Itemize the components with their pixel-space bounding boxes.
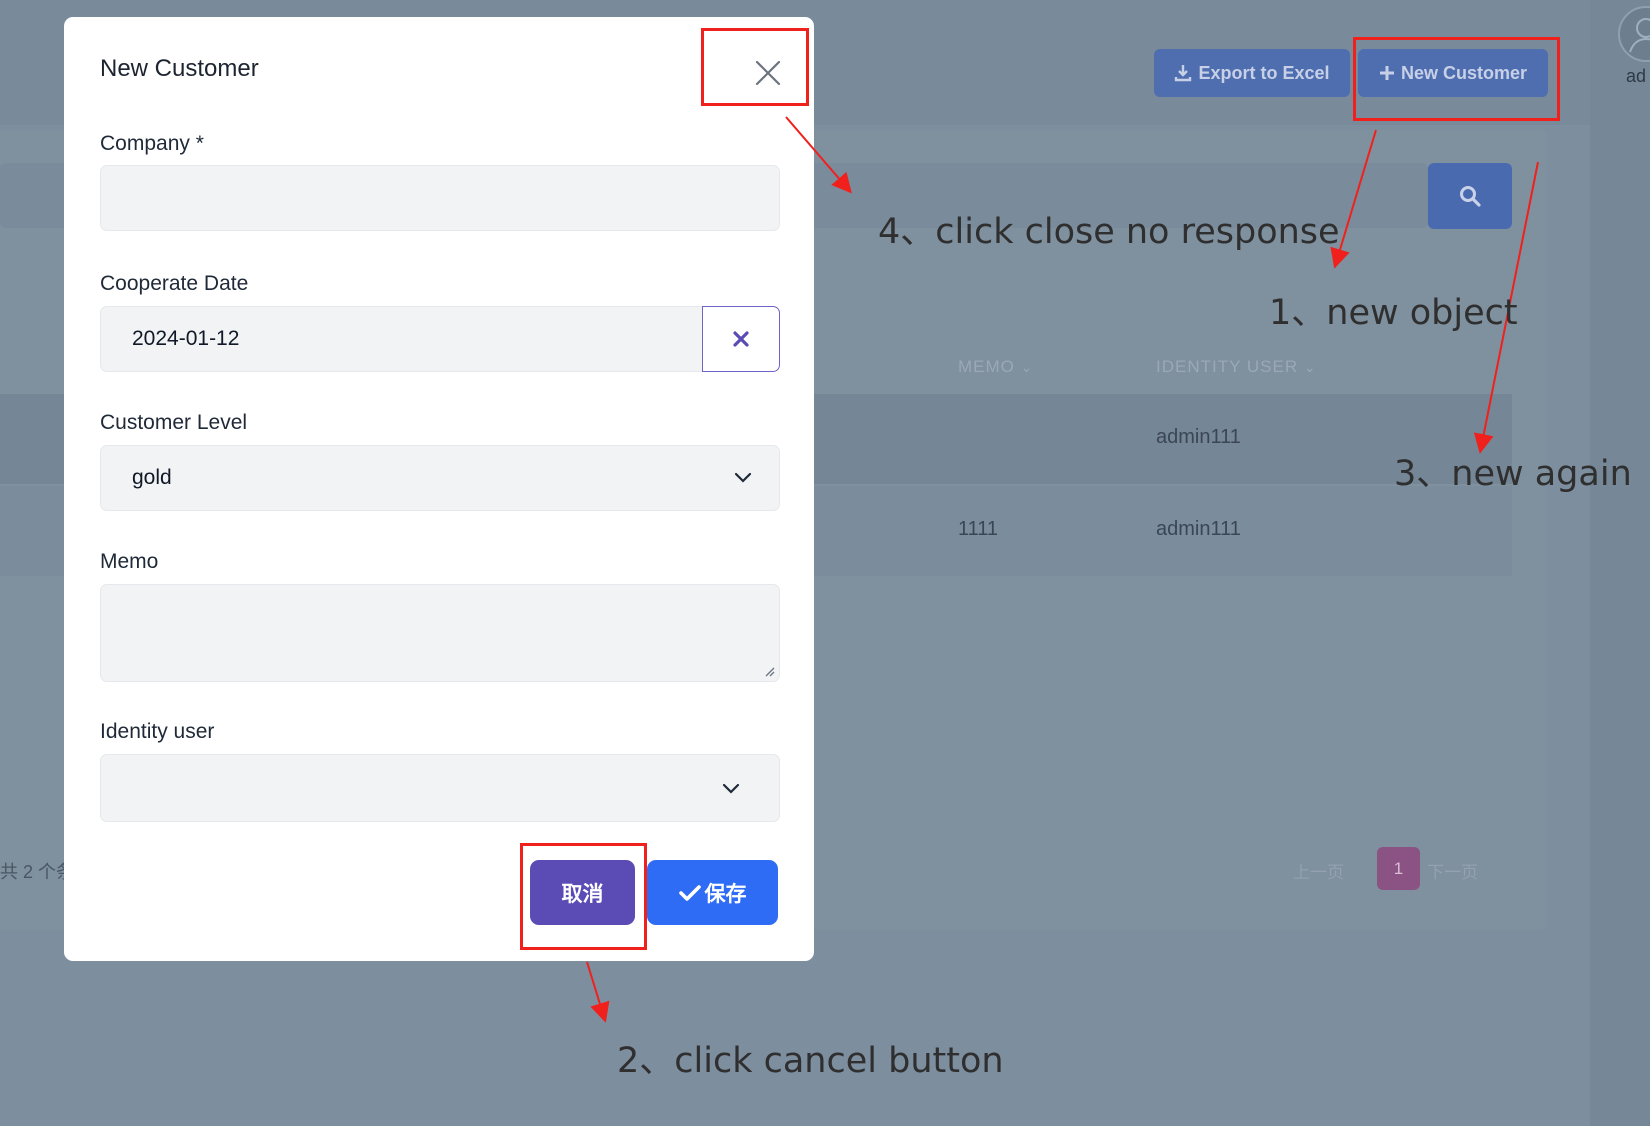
identity-user-label: Identity user [100,720,215,743]
pagination-next[interactable]: 下一页 [1427,858,1478,883]
annotation-step4: 4、click close no response [878,212,1340,252]
check-icon [678,884,701,901]
user-icon [1629,18,1650,53]
clear-x-icon [733,331,749,347]
export-button-label: Export to Excel [1198,62,1330,83]
customer-level-label: Customer Level [100,411,248,434]
clear-date-button[interactable] [702,306,780,372]
annotation-box-cancel [520,843,647,950]
cooperate-date-value: 2024-01-12 [132,327,240,350]
save-button-label: 保存 [704,882,747,906]
user-avatar[interactable] [1618,6,1650,62]
search-icon [1460,186,1481,207]
total-count-text: 共 2 个条 [0,862,75,882]
company-input[interactable] [100,165,780,231]
company-label: Company * [100,132,204,155]
new-customer-modal: New Customer Company * Cooperate Date 20… [64,17,814,961]
identity-user-select[interactable] [100,754,780,822]
modal-title: New Customer [100,55,259,82]
column-header-memo[interactable]: MEMO ⌄ [958,357,1033,377]
annotation-step3: 3、new again [1394,454,1632,494]
user-name: ad [1626,66,1647,86]
pagination-page-1[interactable]: 1 [1377,847,1420,890]
customer-level-select[interactable]: gold [100,445,780,511]
memo-textarea[interactable] [100,584,780,682]
cooperate-date-input[interactable]: 2024-01-12 [100,306,704,372]
annotation-step2: 2、click cancel button [617,1041,1004,1081]
customer-level-value: gold [132,466,172,489]
column-header-identity-user[interactable]: IDENTITY USER ⌄ [1156,357,1317,377]
chevron-down-icon [722,783,740,794]
annotation-box-new-customer [1353,37,1560,121]
cooperate-date-label: Cooperate Date [100,272,249,295]
save-button[interactable]: 保存 [647,860,778,925]
annotation-step1: 1、new object [1269,293,1518,333]
cell-memo: 1111 [958,518,999,540]
annotation-box-close [701,28,809,106]
cell-identity-user: admin111 [1156,426,1241,448]
search-button[interactable] [1428,163,1512,229]
right-sidebar [1590,0,1650,1126]
cell-identity-user: admin111 [1156,518,1241,540]
resize-handle-icon[interactable] [763,665,775,677]
chevron-down-icon [734,472,752,483]
pagination-prev[interactable]: 上一页 [1293,858,1344,883]
download-icon [1175,65,1192,82]
memo-label: Memo [100,550,159,573]
export-to-excel-button[interactable]: Export to Excel [1154,49,1350,97]
